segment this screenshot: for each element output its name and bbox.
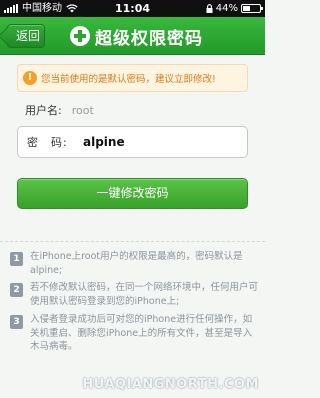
status-right: 44% [206,0,263,17]
battery-icon [241,4,263,13]
password-label: 密 码: [27,136,68,149]
password-field[interactable]: 密 码: [17,126,248,158]
note-item: 3 入侵者登录成功后可对您的iPhone进行任何操作，如关机重启、删除您iPho… [10,313,260,354]
username-value: root [71,103,94,117]
title-group: 超级权限密码 [70,23,203,49]
back-button[interactable]: 返回 [7,24,45,48]
username-label: 用户名: [25,104,62,117]
note-number-icon: 1 [10,252,23,266]
lock-icon [206,4,213,13]
plus-icon [70,26,90,46]
divider [0,241,265,242]
status-bar: 中国移动 11:04 44% [0,0,265,17]
note-item: 1 在iPhone上root用户的权限是最高的，密码默认是alpine; [10,250,260,277]
note-number-icon: 3 [10,315,23,329]
note-text: 入侵者登录成功后可对您的iPhone进行任何操作，如关机重启、删除您iPhone… [30,314,253,352]
change-password-button[interactable]: 一键修改密码 [17,178,248,209]
note-text: 若不修改默认密码，在同一个网络环境中，任何用户可使用默认密码登录到您的iPhon… [30,282,259,307]
battery-percent: 44% [215,3,238,14]
back-button-label: 返回 [16,29,41,43]
battery-fill [243,6,251,11]
password-input[interactable] [83,130,233,154]
page-title: 超级权限密码 [95,28,203,49]
warning-icon: ! [23,71,37,85]
note-item: 2 若不修改默认密码，在同一个网络环境中，任何用户可使用默认密码登录到您的iPh… [10,281,260,308]
username-row: 用户名: root [25,102,94,118]
watermark: HUAQIANGNORTH.COM [82,377,259,392]
warning-banner: ! 您当前使用的是默认密码，建议立即修改! [17,64,248,92]
screen: 中国移动 11:04 44% 返回 超级权限密码 ! 您当前使用的是默认密码，建… [0,0,265,398]
header-bar: 返回 超级权限密码 [0,17,265,55]
note-text: 在iPhone上root用户的权限是最高的，密码默认是alpine; [30,251,243,276]
note-number-icon: 2 [10,283,23,297]
warning-text: 您当前使用的是默认密码，建议立即修改! [41,74,216,85]
